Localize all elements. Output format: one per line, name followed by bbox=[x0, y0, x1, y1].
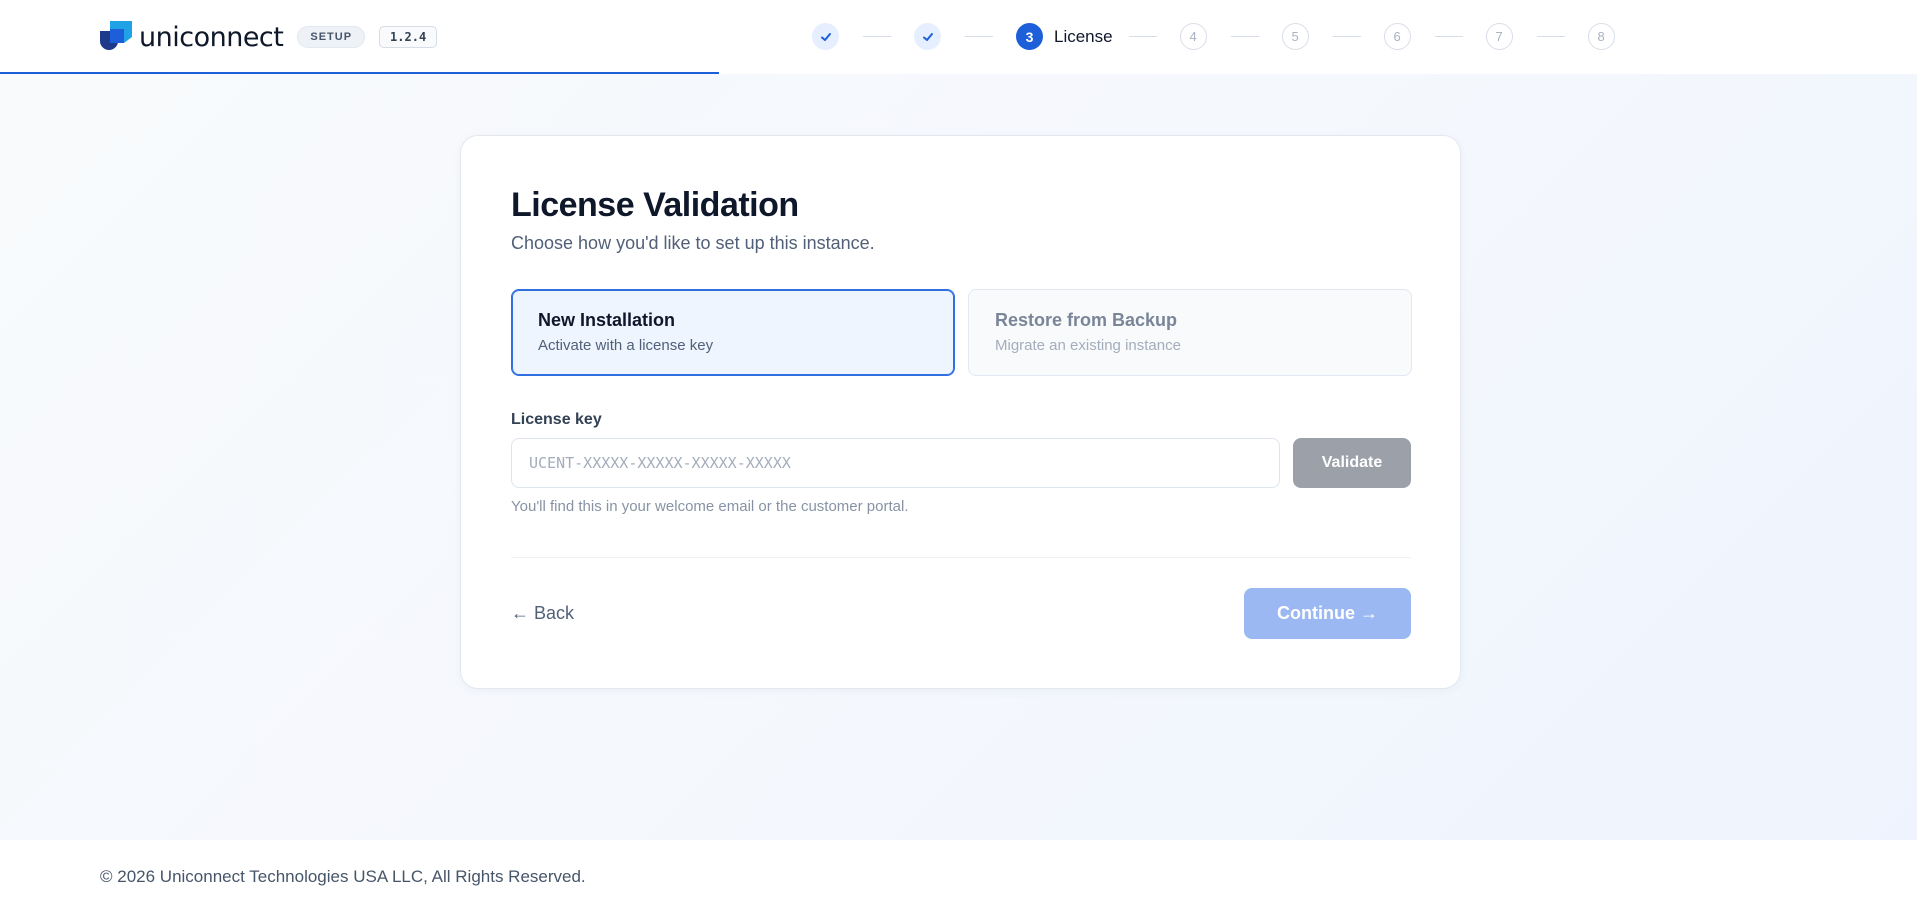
step-connector bbox=[863, 36, 891, 37]
header: uniconnect SETUP 1.2.4 3 License 4 5 6 7… bbox=[0, 0, 1917, 74]
mode-new-installation[interactable]: New Installation Activate with a license… bbox=[511, 289, 955, 376]
checkmark-icon bbox=[922, 32, 933, 41]
page-subtitle: Choose how you'd like to set up this ins… bbox=[511, 233, 875, 253]
setup-badge: SETUP bbox=[297, 26, 366, 48]
brand: uniconnect SETUP 1.2.4 bbox=[100, 20, 438, 54]
step-connector bbox=[1128, 36, 1157, 37]
step-2-complete bbox=[914, 23, 941, 50]
step-connector bbox=[965, 36, 993, 37]
back-button[interactable]: ← Back bbox=[511, 603, 574, 624]
mode-restore-backup[interactable]: Restore from Backup Migrate an existing … bbox=[968, 289, 1412, 376]
step-4: 4 bbox=[1179, 23, 1207, 50]
step-3-current: 3 bbox=[1016, 23, 1043, 50]
license-card: License Validation Choose how you'd like… bbox=[460, 135, 1461, 689]
step-5: 5 bbox=[1281, 23, 1309, 50]
validate-button[interactable]: Validate bbox=[1293, 438, 1411, 488]
continue-button[interactable]: Continue → bbox=[1244, 588, 1411, 639]
checkmark-icon bbox=[820, 32, 831, 41]
step-connector bbox=[1536, 36, 1565, 37]
step-connector bbox=[1434, 36, 1463, 37]
step-6: 6 bbox=[1383, 23, 1411, 50]
uniconnect-logo-icon bbox=[100, 21, 132, 50]
step-connector bbox=[1332, 36, 1361, 37]
divider bbox=[511, 557, 1411, 558]
mode-description: Activate with a license key bbox=[538, 337, 714, 354]
license-key-label: License key bbox=[511, 411, 602, 428]
step-8: 8 bbox=[1587, 23, 1615, 50]
mode-title: Restore from Backup bbox=[995, 310, 1178, 330]
mode-description: Migrate an existing instance bbox=[995, 337, 1181, 354]
setup-progress-bar bbox=[0, 72, 719, 74]
step-7: 7 bbox=[1485, 23, 1513, 50]
step-1-complete bbox=[812, 23, 839, 50]
step-connector bbox=[1230, 36, 1259, 37]
mode-title: New Installation bbox=[538, 310, 676, 330]
version-badge: 1.2.4 bbox=[379, 26, 438, 48]
license-key-hint: You'll find this in your welcome email o… bbox=[511, 498, 909, 515]
page-title: License Validation bbox=[511, 186, 799, 224]
copyright-text: © 2026 Uniconnect Technologies USA LLC, … bbox=[100, 867, 586, 886]
license-key-input[interactable] bbox=[511, 438, 1280, 488]
footer: © 2026 Uniconnect Technologies USA LLC, … bbox=[0, 840, 1917, 905]
setup-stepper: 3 License 4 5 6 7 8 bbox=[812, 23, 1615, 50]
brand-name: uniconnect bbox=[139, 21, 284, 53]
current-step-label: License bbox=[1054, 26, 1113, 46]
